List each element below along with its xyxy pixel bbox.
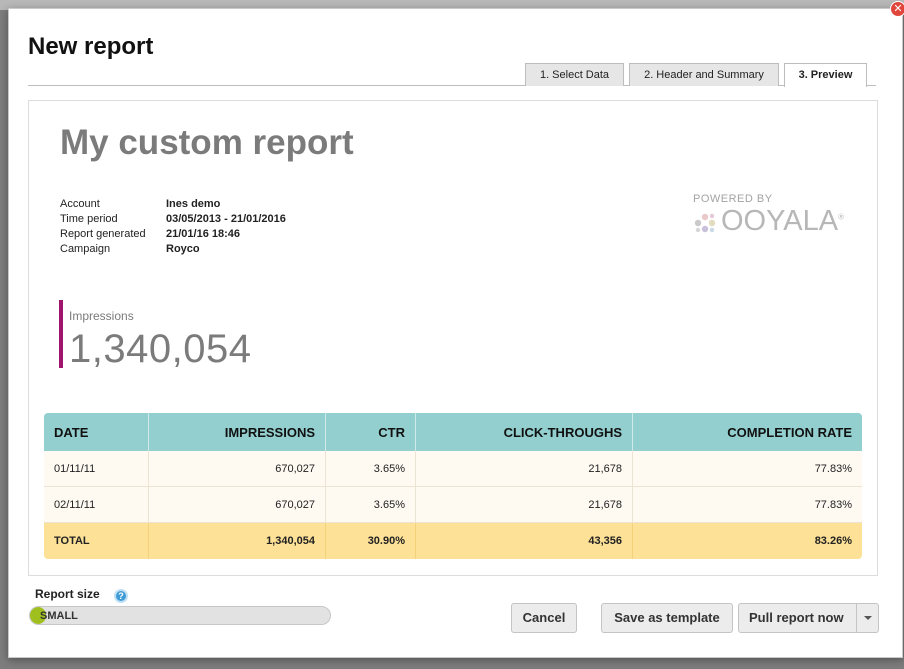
- cell-ctr: 3.65%: [326, 451, 416, 487]
- tab-header-and-summary[interactable]: 2. Header and Summary: [629, 63, 779, 86]
- report-size-label: Report size: [35, 587, 100, 601]
- powered-by-label: POWERED BY: [693, 193, 773, 205]
- meta-label: Campaign: [60, 243, 111, 255]
- report-size-bar: SMALL: [29, 606, 331, 625]
- meta-label: Account: [60, 198, 100, 210]
- total-label: TOTAL: [44, 523, 149, 559]
- metric-label: Impressions: [69, 309, 134, 323]
- table-total-row: TOTAL 1,340,054 30.90% 43,356 83.26%: [44, 523, 862, 559]
- dialog-title: New report: [28, 33, 154, 60]
- cancel-button[interactable]: Cancel: [511, 603, 577, 633]
- table-header-row: DATE IMPRESSIONS CTR CLICK-THROUGHS COMP…: [44, 413, 862, 451]
- new-report-dialog: New report 1. Select Data 2. Header and …: [8, 8, 903, 658]
- trademark-sign: ®: [838, 212, 845, 222]
- cell-impressions: 670,027: [149, 487, 326, 523]
- column-header-date[interactable]: DATE: [44, 413, 149, 451]
- meta-label: Report generated: [60, 228, 146, 240]
- report-meta: Account Ines demo Time period 03/05/2013 -…: [60, 197, 286, 257]
- total-click-throughs: 43,356: [416, 523, 633, 559]
- cell-date: 01/11/11: [44, 451, 149, 487]
- table-row: 02/11/11 670,027 3.65% 21,678 77.83%: [44, 487, 862, 523]
- report-preview: My custom report Account Ines demo Time p…: [28, 100, 878, 576]
- meta-row-report-generated: Report generated 21/01/16 18:46: [60, 227, 286, 242]
- close-icon[interactable]: ✕: [890, 1, 904, 17]
- meta-label: Time period: [60, 213, 118, 225]
- column-header-impressions[interactable]: IMPRESSIONS: [149, 413, 326, 451]
- ooyala-dots-icon: [694, 213, 716, 233]
- wizard-tabs: 1. Select Data 2. Header and Summary 3. …: [28, 63, 876, 87]
- table-row: 01/11/11 670,027 3.65% 21,678 77.83%: [44, 451, 862, 487]
- impressions-metric: Impressions 1,340,054: [59, 300, 251, 371]
- meta-row-campaign: Campaign Royco: [60, 242, 286, 257]
- cell-ctr: 3.65%: [326, 487, 416, 523]
- tab-select-data[interactable]: 1. Select Data: [525, 63, 624, 86]
- pull-report-now-button[interactable]: Pull report now: [738, 603, 879, 633]
- brand-name: OOYALA: [721, 205, 839, 237]
- meta-value: Ines demo: [166, 198, 221, 210]
- pull-report-label: Pull report now: [749, 610, 844, 625]
- total-impressions: 1,340,054: [149, 523, 326, 559]
- meta-value: Royco: [166, 243, 200, 255]
- total-completion-rate: 83.26%: [633, 523, 862, 559]
- meta-row-account: Account Ines demo: [60, 197, 286, 212]
- tab-preview[interactable]: 3. Preview: [784, 63, 867, 87]
- save-as-template-button[interactable]: Save as template: [601, 603, 733, 633]
- cell-completion-rate: 77.83%: [633, 487, 862, 523]
- column-header-click-throughs[interactable]: CLICK-THROUGHS: [416, 413, 633, 451]
- cell-click-throughs: 21,678: [416, 487, 633, 523]
- column-header-completion-rate[interactable]: COMPLETION RATE: [633, 413, 862, 451]
- meta-value: 03/05/2013 - 21/01/2016: [166, 213, 286, 225]
- report-title: My custom report: [60, 123, 354, 162]
- chevron-down-icon: [864, 616, 872, 620]
- meta-row-time-period: Time period 03/05/2013 - 21/01/2016: [60, 212, 286, 227]
- report-size-value: SMALL: [40, 610, 78, 622]
- ooyala-logo: POWERED BY OOYALA®: [693, 193, 853, 239]
- ooyala-wordmark: OOYALA®: [721, 205, 844, 238]
- cell-click-throughs: 21,678: [416, 451, 633, 487]
- meta-value: 21/01/16 18:46: [166, 228, 241, 240]
- column-header-ctr[interactable]: CTR: [326, 413, 416, 451]
- cell-date: 02/11/11: [44, 487, 149, 523]
- question-icon[interactable]: ?: [114, 589, 128, 603]
- total-ctr: 30.90%: [326, 523, 416, 559]
- pull-report-dropdown[interactable]: [856, 604, 878, 632]
- cell-completion-rate: 77.83%: [633, 451, 862, 487]
- report-table: DATE IMPRESSIONS CTR CLICK-THROUGHS COMP…: [44, 413, 862, 559]
- cell-impressions: 670,027: [149, 451, 326, 487]
- metric-value: 1,340,054: [69, 327, 252, 371]
